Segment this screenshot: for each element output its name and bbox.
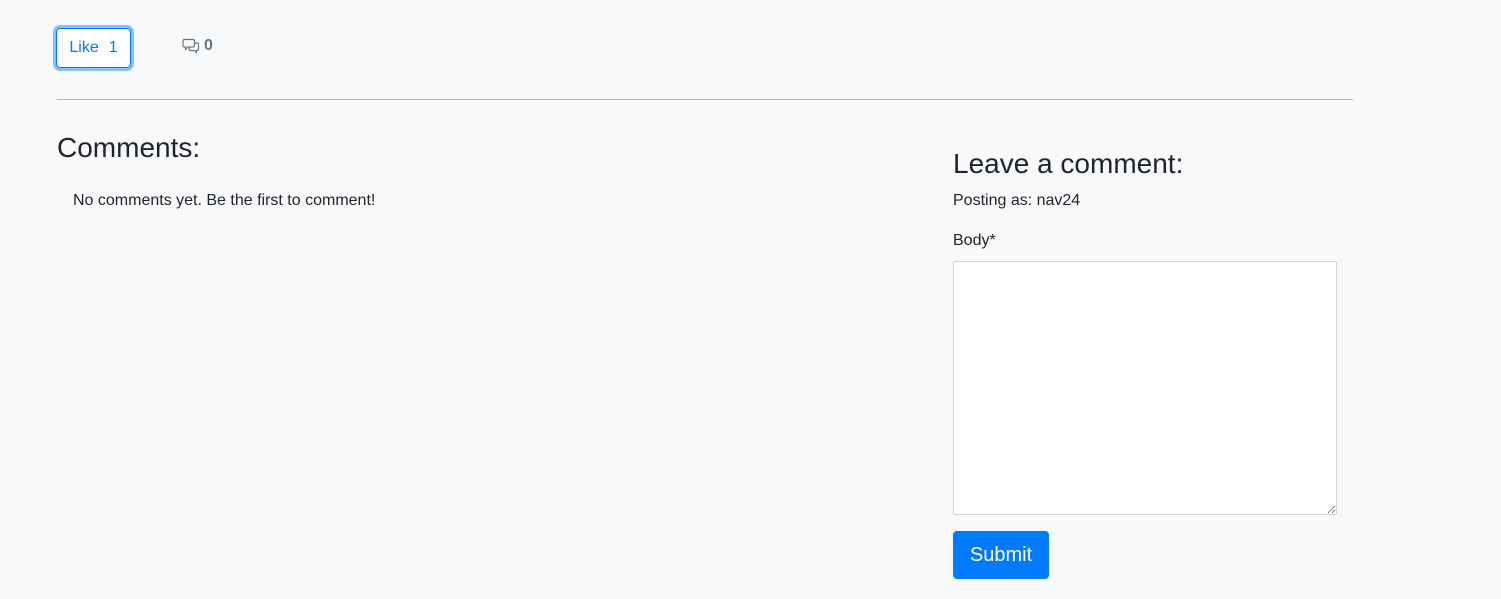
comments-icon — [182, 38, 200, 54]
posting-as-text: Posting as: nav24 — [953, 192, 1081, 209]
body-label: Body* — [953, 232, 996, 249]
comment-count-value: 0 — [204, 37, 213, 54]
like-count: 1 — [108, 39, 118, 56]
leave-comment-heading: Leave a comment: — [953, 148, 1184, 179]
section-divider — [57, 99, 1353, 100]
like-label: Like — [69, 39, 99, 56]
no-comments-message: No comments yet. Be the first to comment… — [73, 192, 376, 209]
comment-body-textarea[interactable] — [953, 261, 1337, 515]
comments-heading: Comments: — [57, 132, 201, 163]
comment-count-indicator: 0 — [182, 36, 213, 56]
like-button[interactable]: Like 1 — [56, 28, 131, 68]
post-comments-page: Like 1 0 Comments: No comments yet. Be t… — [0, 0, 1501, 599]
submit-button[interactable]: Submit — [953, 531, 1049, 579]
